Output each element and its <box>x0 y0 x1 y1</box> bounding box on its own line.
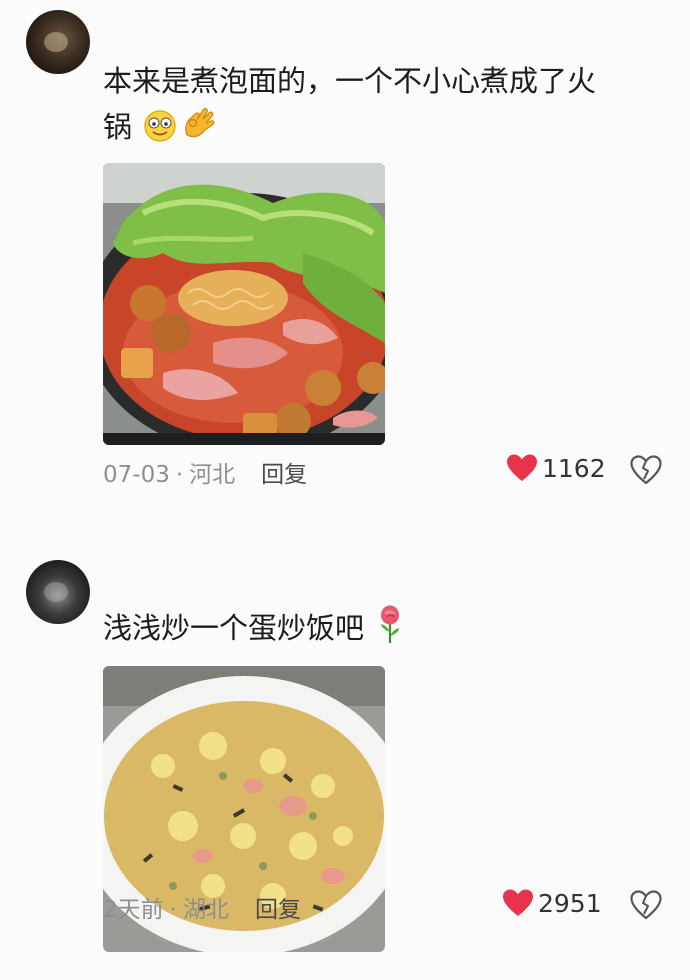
comment-location: 河北 <box>189 462 236 488</box>
comment-date: 2天前 <box>103 897 164 923</box>
broken-heart-icon <box>630 890 662 925</box>
avatar[interactable] <box>26 10 90 74</box>
like-count: 1162 <box>542 453 606 483</box>
comment-date: 07-03 <box>103 462 170 488</box>
reply-button[interactable]: 回复 <box>255 897 301 923</box>
like-button[interactable]: 1162 <box>506 453 606 483</box>
comment-text-line: 浅浅炒一个蛋炒饭吧 <box>103 611 365 645</box>
comment-text-line: 本来是煮泡面的，一个不小心煮成了火 <box>103 64 597 98</box>
comment-meta: 07-03 · 河北 回复 <box>103 462 308 488</box>
comment-text-line: 锅 <box>103 110 133 144</box>
ok-hand-icon <box>179 105 217 156</box>
avatar[interactable] <box>26 560 90 624</box>
comment-item: 本来是煮泡面的，一个不小心煮成了火 锅 07-03 · 河北 回复 1162 <box>0 0 690 520</box>
comment-meta: 2天前 · 湖北 回复 <box>103 897 301 923</box>
dislike-button[interactable] <box>630 454 662 490</box>
rose-icon <box>375 604 405 657</box>
heart-icon <box>502 888 534 918</box>
broken-heart-icon <box>630 455 662 490</box>
dislike-button[interactable] <box>630 889 662 925</box>
comment-text: 浅浅炒一个蛋炒饭吧 <box>103 604 673 657</box>
comment-location: 湖北 <box>182 897 229 923</box>
heart-icon <box>506 453 538 483</box>
reply-button[interactable]: 回复 <box>261 462 307 488</box>
smiley-face-icon <box>143 109 177 156</box>
like-count: 2951 <box>538 888 602 918</box>
hotpot-photo[interactable] <box>103 163 385 445</box>
comment-text: 本来是煮泡面的，一个不小心煮成了火 锅 <box>103 58 673 156</box>
comment-item: 浅浅炒一个蛋炒饭吧 2天前 · 湖北 回复 2951 <box>0 548 690 980</box>
like-button[interactable]: 2951 <box>502 888 602 918</box>
